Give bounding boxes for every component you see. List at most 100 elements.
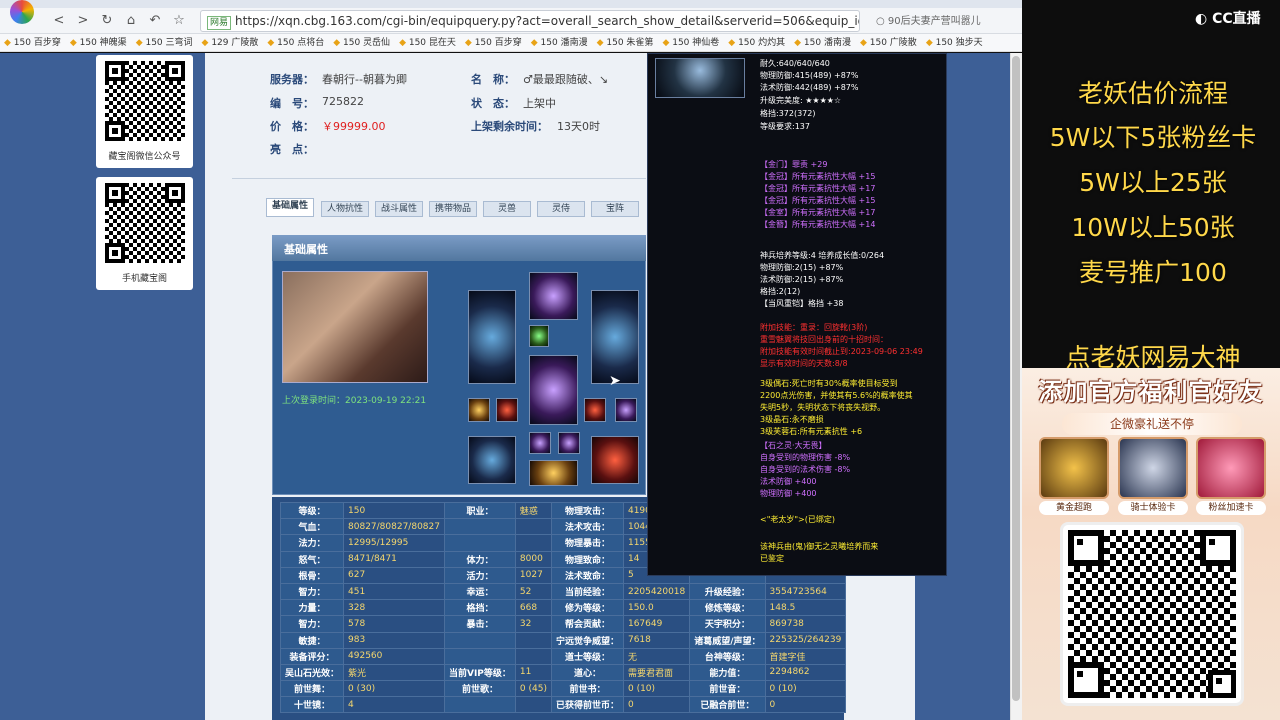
bookmark-item[interactable]: 150 百步穿 bbox=[4, 38, 61, 48]
panel-title: 基础属性 bbox=[272, 235, 646, 261]
tab-servant[interactable]: 灵侍 bbox=[537, 201, 585, 217]
wechat-add-qr-icon bbox=[1060, 522, 1244, 706]
equip-ring1-icon[interactable] bbox=[468, 398, 490, 422]
bookmark-item[interactable]: 150 灼灼其 bbox=[728, 38, 785, 48]
stat-value bbox=[514, 696, 552, 714]
wechat-qr-icon bbox=[104, 61, 185, 141]
tab-pet[interactable]: 灵兽 bbox=[483, 201, 531, 217]
stat-value: 2294862 bbox=[764, 663, 847, 682]
mobile-qr-icon bbox=[104, 183, 185, 263]
equip-orb1-icon[interactable] bbox=[529, 432, 551, 454]
tooltip-line: <"老太岁">(已绑定) bbox=[760, 515, 836, 524]
related-tab[interactable]: ○ 90后夫妻产营叫嚣儿 bbox=[876, 12, 1016, 30]
stats-row: 智力： 451 幸运： 52 当前经验： 2205420018 升级经验： 355472356… bbox=[279, 582, 847, 601]
stat-value: 0 bbox=[622, 696, 691, 714]
equip-weapon-icon[interactable] bbox=[468, 290, 516, 384]
bookmark-item[interactable]: 150 灵岳仙 bbox=[333, 38, 390, 48]
tab-battle[interactable]: 战斗属性 bbox=[375, 201, 423, 217]
tooltip-line: 附加技能：重录：回旋靴(3阶) bbox=[760, 323, 868, 332]
tooltip-line: 等级要求:137 bbox=[760, 122, 810, 131]
equip-ring3-icon[interactable] bbox=[584, 398, 606, 422]
tooltip-line: 【金室】所有元素抗性大幅 +17 bbox=[760, 208, 876, 217]
tab-resist[interactable]: 人物抗性 bbox=[321, 201, 369, 217]
stat-label: 吴山石光效： bbox=[279, 663, 345, 682]
bookmark-item[interactable]: 150 点将台 bbox=[267, 38, 324, 48]
stat-value: 3554723564 bbox=[764, 582, 847, 601]
address-bar[interactable]: 网易 https://xqn.cbg.163.com/cgi-bin/equipq… bbox=[200, 10, 860, 32]
tooltip-line: 格挡:372(372) bbox=[760, 109, 816, 118]
scrollbar-thumb[interactable] bbox=[1012, 56, 1020, 701]
bookmark-item[interactable]: 150 潘南漫 bbox=[531, 38, 588, 48]
bookmark-item[interactable]: 150 独步天 bbox=[926, 38, 983, 48]
stat-value: 983 bbox=[343, 631, 445, 649]
stat-label: 等级： bbox=[279, 501, 345, 520]
address-text: https://xqn.cbg.163.com/cgi-bin/equipque… bbox=[235, 14, 860, 28]
promo-line-5: 麦号推广100 bbox=[1079, 258, 1227, 287]
bookmark-item[interactable]: 150 昆在天 bbox=[399, 38, 456, 48]
favorite-icon[interactable]: ☆ bbox=[170, 12, 188, 30]
id-label: 编 号： bbox=[270, 97, 314, 110]
reload-icon[interactable]: ↻ bbox=[98, 12, 116, 30]
promo-line-3: 5W以上25张 bbox=[1079, 168, 1227, 197]
cursor-icon: ➤ bbox=[609, 373, 621, 389]
equip-boots-icon[interactable] bbox=[591, 290, 639, 384]
equip-ring4-icon[interactable] bbox=[615, 398, 637, 422]
undo-icon[interactable]: ↶ bbox=[146, 12, 164, 30]
tooltip-line: 格挡:2(12) bbox=[760, 287, 801, 296]
stat-value bbox=[514, 534, 552, 552]
bookmark-item[interactable]: 150 朱雀第 bbox=[597, 38, 654, 48]
stat-value: 167649 bbox=[622, 615, 691, 633]
equip-gem-icon[interactable] bbox=[529, 325, 549, 347]
gift-fan-icon bbox=[1196, 437, 1266, 499]
stats-row: 前世舞： 0 (30) 前世歌： 0 (45) 前世书： 0 (10) 前世音： 0 (10) bbox=[279, 680, 847, 698]
back-icon[interactable]: < bbox=[50, 12, 68, 30]
stat-value: 魅惑 bbox=[514, 501, 552, 520]
equip-helmet-icon[interactable] bbox=[529, 272, 578, 320]
stat-label: 幸运： bbox=[443, 582, 516, 601]
tab-items[interactable]: 携带物品 bbox=[429, 201, 477, 217]
equip-cape-icon[interactable] bbox=[591, 436, 639, 484]
tooltip-line: 法术防御 +400 bbox=[760, 477, 817, 486]
stat-value: 11 bbox=[514, 663, 552, 682]
stat-value: 451 bbox=[343, 582, 445, 601]
bookmark-item[interactable]: 150 广陵散 bbox=[860, 38, 917, 48]
tab-basic[interactable]: 基础属性 bbox=[266, 198, 314, 217]
bookmark-item[interactable]: 150 潘南漫 bbox=[794, 38, 851, 48]
stat-label: 帮会贡献： bbox=[550, 615, 624, 633]
equip-armor-icon[interactable] bbox=[529, 355, 578, 425]
forward-icon[interactable]: > bbox=[74, 12, 92, 30]
stat-label: 已融合前世： bbox=[689, 696, 766, 714]
bookmark-item[interactable]: 150 神仙卷 bbox=[662, 38, 719, 48]
equip-ring2-icon[interactable] bbox=[496, 398, 518, 422]
stat-value: 0 (45) bbox=[514, 680, 552, 698]
stat-label: 法力： bbox=[279, 534, 345, 552]
tooltip-line: 神兵培养等级:4 培养成长值:0/264 bbox=[760, 251, 885, 260]
stat-label: 天宇积分： bbox=[689, 615, 766, 633]
stat-label: 怒气： bbox=[279, 550, 345, 568]
tab-formation[interactable]: 宝阵 bbox=[591, 201, 639, 217]
bookmark-item[interactable]: 150 百步穿 bbox=[465, 38, 522, 48]
equip-bracer-icon[interactable] bbox=[468, 436, 516, 484]
tab-bar bbox=[0, 0, 1022, 8]
equip-orb2-icon[interactable] bbox=[558, 432, 580, 454]
stat-label: 活力： bbox=[443, 566, 516, 584]
tooltip-line: 【金门】罪责 +29 bbox=[760, 160, 828, 169]
tooltip-line: 物理防御:2(15) +87% bbox=[760, 263, 844, 272]
status-value: 上架中 bbox=[523, 97, 556, 110]
bookmark-item[interactable]: 150 三弯词 bbox=[136, 38, 193, 48]
tooltip-line: 【金簪】所有元素抗性大幅 +14 bbox=[760, 220, 876, 229]
stat-value: 0 bbox=[764, 696, 847, 714]
stat-value: 0 (10) bbox=[764, 680, 847, 698]
stat-label: 修炼等级： bbox=[689, 599, 766, 617]
price-label: 价 格： bbox=[270, 120, 314, 133]
stat-value: 1027 bbox=[514, 566, 552, 584]
price-value: ￥99999.00 bbox=[322, 120, 386, 133]
bookmark-item[interactable]: 129 广陵散 bbox=[202, 38, 259, 48]
home-icon[interactable]: ⌂ bbox=[122, 12, 140, 30]
wechat-qr-label: 藏宝阁微信公众号 bbox=[108, 152, 181, 162]
stat-value: 492560 bbox=[343, 647, 445, 665]
equip-belt-icon[interactable] bbox=[529, 460, 578, 486]
server-label: 服务器： bbox=[270, 73, 314, 86]
bookmark-item[interactable]: 150 神魄渠 bbox=[70, 38, 127, 48]
stat-value: 0 (10) bbox=[622, 680, 691, 698]
